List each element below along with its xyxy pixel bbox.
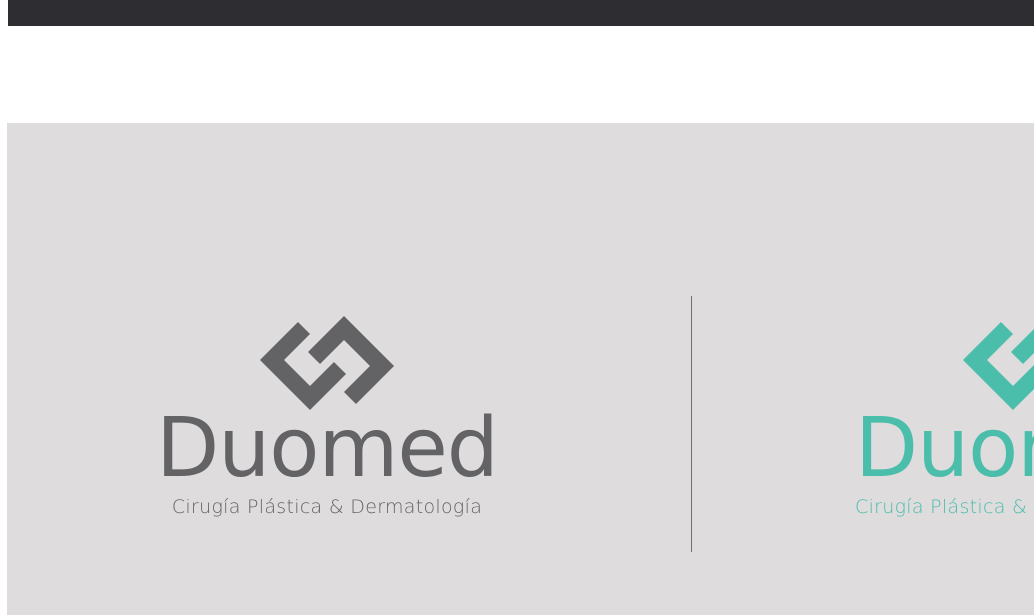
brand-tagline: Cirugía Plástica & Dermatología <box>855 496 1034 518</box>
top-bar <box>8 0 1034 26</box>
logo-showcase-panel: Duomed Cirugía Plástica & Dermatología D… <box>7 123 1034 615</box>
brand-tagline: Cirugía Plástica & Dermatología <box>171 496 483 518</box>
brand-wordmark: Duomed <box>855 401 1034 496</box>
brand-wordmark: Duomed <box>156 401 499 496</box>
logo-grey: Duomed Cirugía Plástica & Dermatología <box>137 308 517 518</box>
vertical-divider <box>691 296 692 552</box>
logo-teal: Duomed Cirugía Plástica & Dermatología <box>855 308 1034 518</box>
